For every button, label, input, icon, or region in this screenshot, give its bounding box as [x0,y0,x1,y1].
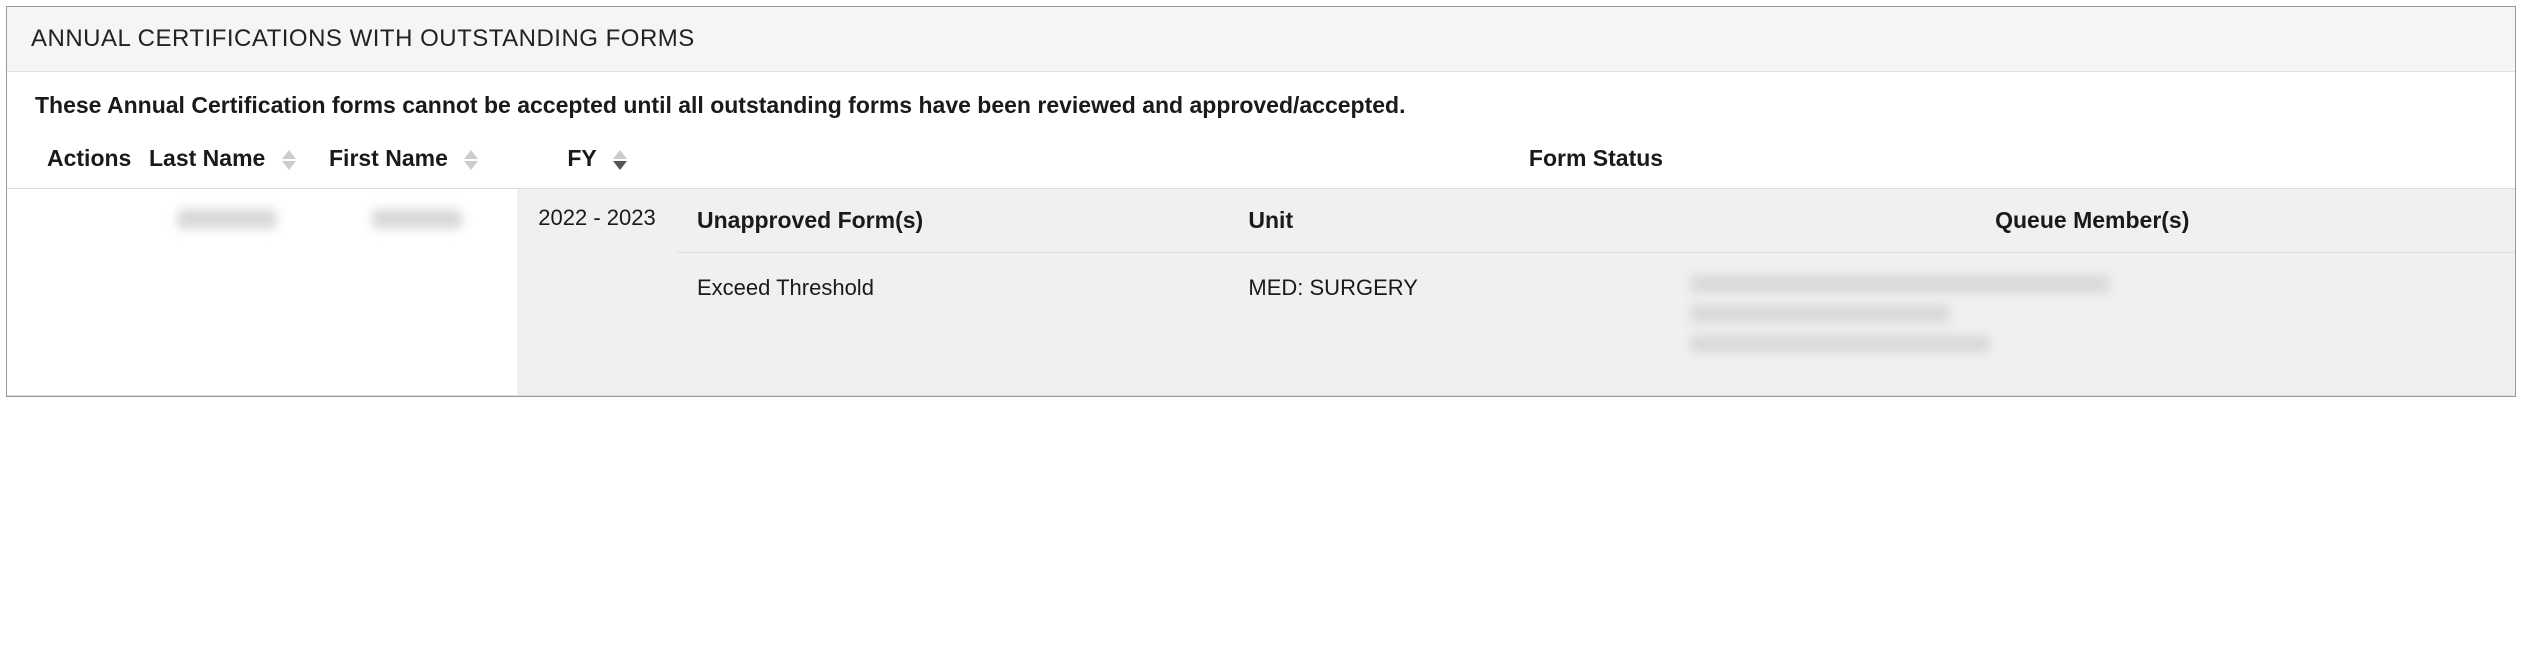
inner-col-unit: Unit [1228,189,1669,253]
col-header-last-name-label: Last Name [149,145,265,171]
redacted-text [1690,305,1950,323]
sort-icon[interactable] [464,150,478,170]
col-header-form-status: Form Status [677,137,2515,189]
outstanding-forms-panel: ANNUAL CERTIFICATIONS WITH OUTSTANDING F… [6,6,2516,397]
inner-header-row: Unapproved Form(s) Unit Queue Member(s) [677,189,2515,253]
notice-text: These Annual Certification forms cannot … [7,72,2515,137]
redacted-text [1690,335,1990,353]
cell-last-name: [redacted] [137,189,317,247]
panel-title: ANNUAL CERTIFICATIONS WITH OUTSTANDING F… [7,7,2515,72]
cell-form-status: Unapproved Form(s) Unit Queue Member(s) … [677,189,2515,395]
table-row: [redacted] [redacted] 2022 - 2023 Unappr… [7,189,2515,396]
redacted-text: [redacted] [1690,275,2110,293]
inner-col-queue: Queue Member(s) [1670,189,2516,253]
cell-unit: MED: SURGERY [1228,253,1669,396]
inner-col-unapproved: Unapproved Form(s) [677,189,1228,253]
col-header-fy-label: FY [567,145,596,171]
certifications-table: Actions Last Name First Name [7,137,2515,396]
cell-actions [7,189,137,221]
col-header-actions: Actions [7,137,137,189]
table-header-row: Actions Last Name First Name [7,137,2515,189]
inner-table-row: Exceed Threshold MED: SURGERY [redacted] [677,253,2515,396]
inner-forms-table: Unapproved Form(s) Unit Queue Member(s) … [677,189,2515,395]
cell-queue-members: [redacted] [1670,253,2516,396]
redacted-text: [redacted] [177,209,277,229]
cell-unapproved-form: Exceed Threshold [677,253,1228,396]
sort-icon[interactable] [613,150,627,170]
col-header-last-name[interactable]: Last Name [137,137,317,189]
col-header-first-name[interactable]: First Name [317,137,517,189]
panel-body: These Annual Certification forms cannot … [7,72,2515,396]
col-header-first-name-label: First Name [329,145,448,171]
redacted-text: [redacted] [372,209,462,229]
cell-fy: 2022 - 2023 [517,189,677,247]
cell-first-name: [redacted] [317,189,517,247]
sort-icon[interactable] [282,150,296,170]
col-header-fy[interactable]: FY [517,137,677,189]
